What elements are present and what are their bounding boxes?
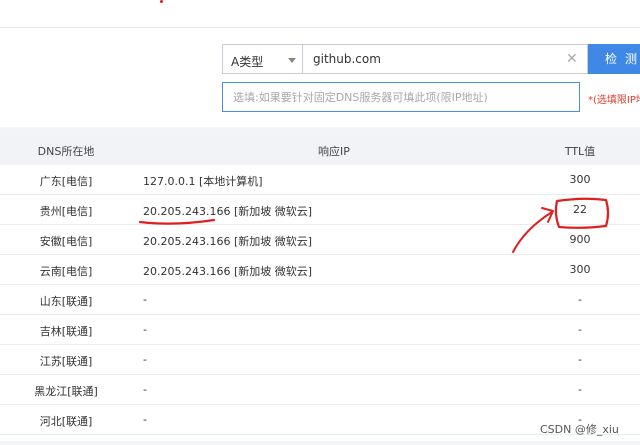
header-location: DNS所在地 bbox=[37, 145, 95, 158]
check-button[interactable]: 检测 bbox=[588, 44, 640, 74]
cell-ttl: 22 bbox=[573, 203, 587, 216]
table-row: 黑龙江[联通] - - bbox=[0, 375, 640, 405]
record-type-select[interactable]: A类型 bbox=[222, 44, 302, 74]
cell-location: 云南[电信] bbox=[39, 265, 93, 278]
cell-ttl: - bbox=[578, 293, 582, 306]
cell-location: 贵州[电信] bbox=[39, 205, 93, 218]
table-row: 广东[电信] 127.0.0.1 [本地计算机] 300 bbox=[0, 165, 640, 195]
cell-ttl: 300 bbox=[569, 263, 591, 276]
cell-ttl: - bbox=[578, 383, 582, 396]
cell-ip: 20.205.243.166 [新加坡 微软云] bbox=[143, 205, 313, 218]
cell-location: 江苏[联通] bbox=[39, 355, 93, 368]
cell-location: 黑龙江[联通] bbox=[34, 385, 98, 398]
table-row: 江苏[联通] - - bbox=[0, 345, 640, 375]
table-row: 安徽[电信] 20.205.243.166 [新加坡 微软云] 900 bbox=[0, 225, 640, 255]
table-row: 云南[电信] 20.205.243.166 [新加坡 微软云] 300 bbox=[0, 255, 640, 285]
clear-icon[interactable]: ✕ bbox=[566, 52, 578, 66]
cell-location: 山东[联通] bbox=[39, 295, 93, 308]
cell-ip: - bbox=[143, 383, 147, 396]
cell-ttl: 300 bbox=[569, 173, 591, 186]
cell-ip: - bbox=[143, 353, 147, 366]
table-row: 山东[联通] - - bbox=[0, 285, 640, 315]
cell-ip: - bbox=[143, 323, 147, 336]
cell-location: 广东[电信] bbox=[39, 175, 93, 188]
cell-ttl: - bbox=[578, 323, 582, 336]
domain-input[interactable] bbox=[302, 44, 588, 74]
cell-ip: - bbox=[143, 293, 147, 306]
chevron-down-icon bbox=[288, 58, 296, 63]
table-row: 贵州[电信] 20.205.243.166 [新加坡 微软云] 22 bbox=[0, 195, 640, 225]
optional-note: *(选填限IP地 bbox=[588, 95, 640, 106]
record-type-value: A类型 bbox=[231, 55, 264, 69]
cell-ttl: - bbox=[578, 353, 582, 366]
bottom-edge bbox=[0, 441, 640, 445]
results-table: DNS所在地 响应IP TTL值 广东[电信] 127.0.0.1 [本地计算机… bbox=[0, 135, 640, 445]
annotation-dot bbox=[160, 0, 163, 3]
cell-ip: 20.205.243.166 [新加坡 微软云] bbox=[143, 235, 313, 248]
cell-ttl: 900 bbox=[569, 233, 591, 246]
cell-ip: 127.0.0.1 [本地计算机] bbox=[143, 175, 263, 188]
cell-ip: - bbox=[143, 413, 147, 426]
cell-location: 吉林[联通] bbox=[39, 325, 93, 338]
watermark: CSDN @修_xiu bbox=[540, 423, 619, 436]
header-ip: 响应IP bbox=[318, 145, 350, 158]
header-ttl: TTL值 bbox=[564, 145, 596, 158]
cell-location: 河北[联通] bbox=[39, 415, 93, 428]
cell-ip: 20.205.243.166 [新加坡 微软云] bbox=[143, 265, 313, 278]
top-band bbox=[0, 0, 640, 28]
section-gap bbox=[0, 127, 640, 135]
dns-server-input[interactable] bbox=[222, 82, 580, 112]
cell-location: 安徽[电信] bbox=[39, 235, 93, 248]
table-row: 吉林[联通] - - bbox=[0, 315, 640, 345]
table-header: DNS所在地 响应IP TTL值 bbox=[0, 135, 640, 165]
